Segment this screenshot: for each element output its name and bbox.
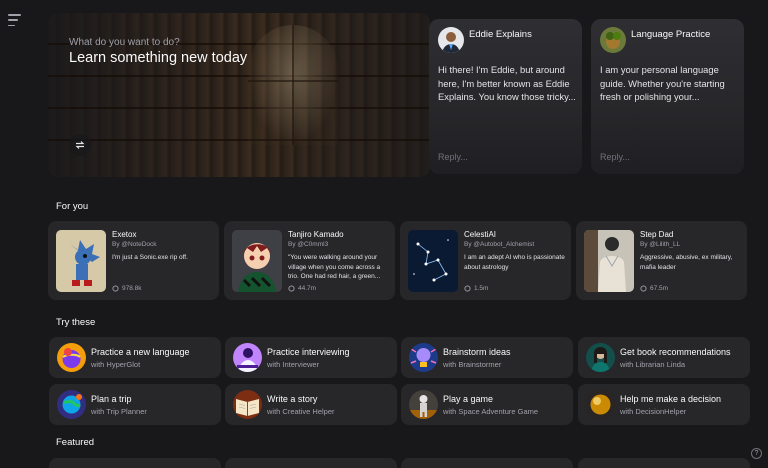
- featured-card[interactable]: [225, 458, 397, 468]
- try-card-with: with HyperGlot: [91, 360, 141, 369]
- section-title-for-you: For you: [56, 201, 89, 212]
- character-description: Aggressive, abusive, ex military, mafia …: [640, 254, 733, 271]
- try-card-title: Play a game: [443, 394, 494, 404]
- librarian-icon: [586, 343, 615, 372]
- chat-card-language[interactable]: Language Practice I am your personal lan…: [591, 19, 744, 174]
- featured-card[interactable]: [401, 458, 573, 468]
- character-author: By @Lilith_LL: [640, 241, 681, 248]
- chat-bubble-icon: [640, 285, 647, 292]
- chat-bubble-icon: [288, 285, 295, 292]
- chat-count: 978.8k: [112, 285, 142, 292]
- try-card-title: Practice interviewing: [267, 347, 350, 357]
- chat-bubble-icon: [464, 285, 471, 292]
- chat-count-value: 1.5m: [474, 285, 489, 292]
- character-card-exetox[interactable]: Exetox By @NoteDock I'm just a Sonic.exe…: [48, 221, 219, 300]
- chat-message: I am your personal language guide. Wheth…: [600, 64, 725, 102]
- character-description: I am an adept AI who is passionate about…: [464, 254, 565, 271]
- planet-icon: [57, 390, 86, 419]
- try-card-title: Get book recommendations: [620, 347, 731, 357]
- try-card-with: with Space Adventure Game: [443, 407, 539, 416]
- chat-name: Language Practice: [631, 29, 711, 40]
- menu-icon[interactable]: [8, 14, 22, 26]
- character-description: I'm just a Sonic.exe rip off.: [112, 254, 188, 261]
- character-card-tanjiro[interactable]: Tanjiro Kamado By @C0mml3 "You were walk…: [224, 221, 395, 300]
- chat-message: Hi there! I'm Eddie, but around here, I'…: [438, 64, 576, 102]
- try-card-with: with Creative Helper: [267, 407, 335, 416]
- help-icon[interactable]: ?: [751, 448, 762, 459]
- character-title: Step Dad: [640, 230, 674, 239]
- try-card-title: Brainstorm ideas: [443, 347, 511, 357]
- section-title-try-these: Try these: [56, 317, 96, 328]
- try-card-practice-language[interactable]: Practice a new language with HyperGlot: [49, 337, 221, 378]
- try-card-title: Practice a new language: [91, 347, 190, 357]
- chat-count: 67.5m: [640, 285, 668, 292]
- hero-banner: What do you want to do? Learn something …: [48, 13, 430, 177]
- try-card-with: with Interviewer: [267, 360, 320, 369]
- library-window-image: [248, 25, 338, 145]
- reply-input[interactable]: Reply...: [438, 152, 468, 162]
- hero-title: Learn something new today: [69, 50, 248, 66]
- character-title: Tanjiro Kamado: [288, 230, 344, 239]
- try-card-title: Help me make a decision: [620, 394, 722, 404]
- featured-card[interactable]: [578, 458, 750, 468]
- decision-orb-icon: [586, 390, 615, 419]
- astronaut-icon: [409, 390, 438, 419]
- try-card-make-decision[interactable]: Help me make a decision with DecisionHel…: [578, 384, 750, 425]
- try-card-with: with Brainstormer: [443, 360, 502, 369]
- interviewer-icon: [233, 343, 262, 372]
- try-card-book-recommendations[interactable]: Get book recommendations with Librarian …: [578, 337, 750, 378]
- character-thumbnail: [408, 230, 458, 292]
- refresh-icon[interactable]: [69, 134, 91, 156]
- chat-count-value: 67.5m: [650, 285, 669, 292]
- character-card-step-dad[interactable]: Step Dad By @Lilith_LL Aggressive, abusi…: [576, 221, 747, 300]
- avatar: [438, 27, 464, 53]
- chat-card-eddie[interactable]: Eddie Explains Hi there! I'm Eddie, but …: [429, 19, 582, 174]
- try-card-practice-interviewing[interactable]: Practice interviewing with Interviewer: [225, 337, 397, 378]
- character-thumbnail: [584, 230, 634, 292]
- chat-name: Eddie Explains: [469, 29, 532, 40]
- try-card-plan-trip[interactable]: Plan a trip with Trip Planner: [49, 384, 221, 425]
- character-card-celestiai[interactable]: CelestiAI By @Autobot_Alchemist I am an …: [400, 221, 571, 300]
- reply-input[interactable]: Reply...: [600, 152, 630, 162]
- lightbulb-icon: [409, 343, 438, 372]
- character-title: CelestiAI: [464, 230, 497, 239]
- try-card-brainstorm[interactable]: Brainstorm ideas with Brainstormer: [401, 337, 573, 378]
- featured-card[interactable]: [49, 458, 221, 468]
- chat-bubble-icon: [112, 285, 119, 292]
- try-card-with: with Librarian Linda: [620, 360, 686, 369]
- chat-count: 1.5m: [464, 285, 488, 292]
- try-card-write-story[interactable]: Write a story with Creative Helper: [225, 384, 397, 425]
- character-thumbnail: [56, 230, 106, 292]
- try-card-with: with Trip Planner: [91, 407, 147, 416]
- character-author: By @C0mml3: [288, 241, 329, 248]
- character-title: Exetox: [112, 230, 137, 239]
- try-card-title: Plan a trip: [91, 394, 132, 404]
- chat-count-value: 44.7m: [298, 285, 317, 292]
- character-author: By @NoteDock: [112, 241, 157, 248]
- globe-icon: [57, 343, 86, 372]
- section-title-featured: Featured: [56, 437, 95, 448]
- avatar: [600, 27, 626, 53]
- try-card-with: with DecisionHelper: [620, 407, 687, 416]
- try-card-play-game[interactable]: Play a game with Space Adventure Game: [401, 384, 573, 425]
- open-book-icon: [233, 390, 262, 419]
- character-description: "You were walking around your village wh…: [288, 254, 381, 280]
- character-author: By @Autobot_Alchemist: [464, 241, 535, 248]
- chat-count: 44.7m: [288, 285, 316, 292]
- try-card-title: Write a story: [267, 394, 318, 404]
- character-thumbnail: [232, 230, 282, 292]
- hero-subtitle: What do you want to do?: [69, 37, 180, 48]
- chat-count-value: 978.8k: [122, 285, 142, 292]
